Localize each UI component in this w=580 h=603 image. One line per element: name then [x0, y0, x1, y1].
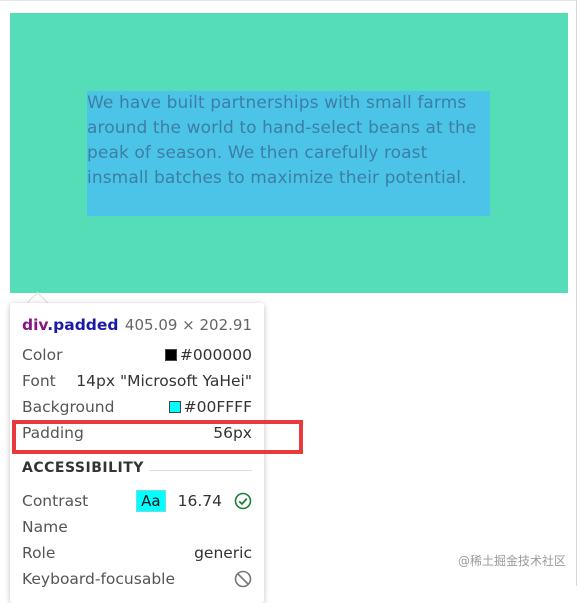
row-font: Font 14px "Microsoft YaHei" — [22, 369, 252, 393]
row-name: Name — [22, 515, 252, 539]
row-label: Font — [22, 372, 56, 390]
row-value: #000000 — [179, 346, 252, 364]
background-swatch — [168, 401, 181, 413]
row-value: 14px "Microsoft YaHei" — [76, 372, 252, 390]
row-contrast: Contrast Aa 16.74 — [22, 489, 252, 513]
paragraph-text: We have built partnerships with small fa… — [87, 93, 477, 188]
check-circle-icon — [234, 492, 252, 510]
row-value: generic — [194, 544, 252, 562]
row-color: Color #000000 — [22, 343, 252, 367]
row-label: Color — [22, 346, 63, 364]
row-label: Name — [22, 518, 68, 536]
row-value: #00FFFF — [183, 398, 252, 416]
element-selector: div.padded — [22, 316, 119, 334]
padded-div-overlay[interactable]: We have built partnerships with small fa… — [10, 13, 568, 293]
row-label: Background — [22, 398, 115, 416]
row-keyboard-focusable: Keyboard-focusable — [22, 567, 252, 591]
row-label: Keyboard-focusable — [22, 570, 175, 588]
row-background: Background #00FFFF — [22, 395, 252, 419]
no-entry-icon — [234, 570, 252, 588]
tooltip-header: div.padded 405.09 × 202.91 — [22, 313, 252, 337]
watermark: @稀土掘金技术社区 — [457, 554, 566, 568]
contrast-sample-chip: Aa — [136, 490, 166, 512]
row-role: Role generic — [22, 541, 252, 565]
padding-highlight-annotation — [12, 420, 303, 454]
tag-name: div — [22, 316, 48, 334]
section-divider — [149, 470, 252, 471]
accessibility-heading: ACCESSIBILITY — [22, 460, 144, 476]
contrast-value: 16.74 — [177, 492, 222, 510]
class-name: .padded — [47, 316, 119, 334]
element-dimensions: 405.09 × 202.91 — [124, 316, 252, 334]
content-area-overlay: We have built partnerships with small fa… — [87, 91, 490, 216]
row-label: Role — [22, 544, 56, 562]
row-label: Contrast — [22, 492, 89, 510]
color-swatch — [164, 349, 177, 361]
